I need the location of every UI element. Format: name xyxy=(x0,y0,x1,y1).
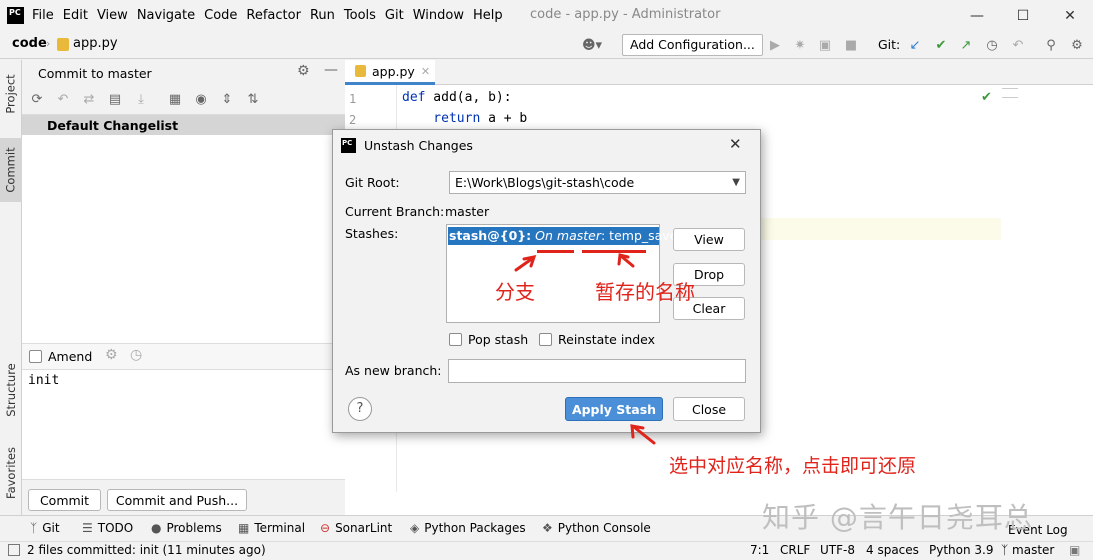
annotation-arrows xyxy=(514,253,656,445)
annotation-branch: 分支 xyxy=(495,280,535,304)
arrow-to-apply-icon xyxy=(632,425,656,445)
annotation-stash-name: 暂存的名称 xyxy=(595,280,695,304)
annotation-apply-hint: 选中对应名称，点击即可还原 xyxy=(669,455,917,477)
